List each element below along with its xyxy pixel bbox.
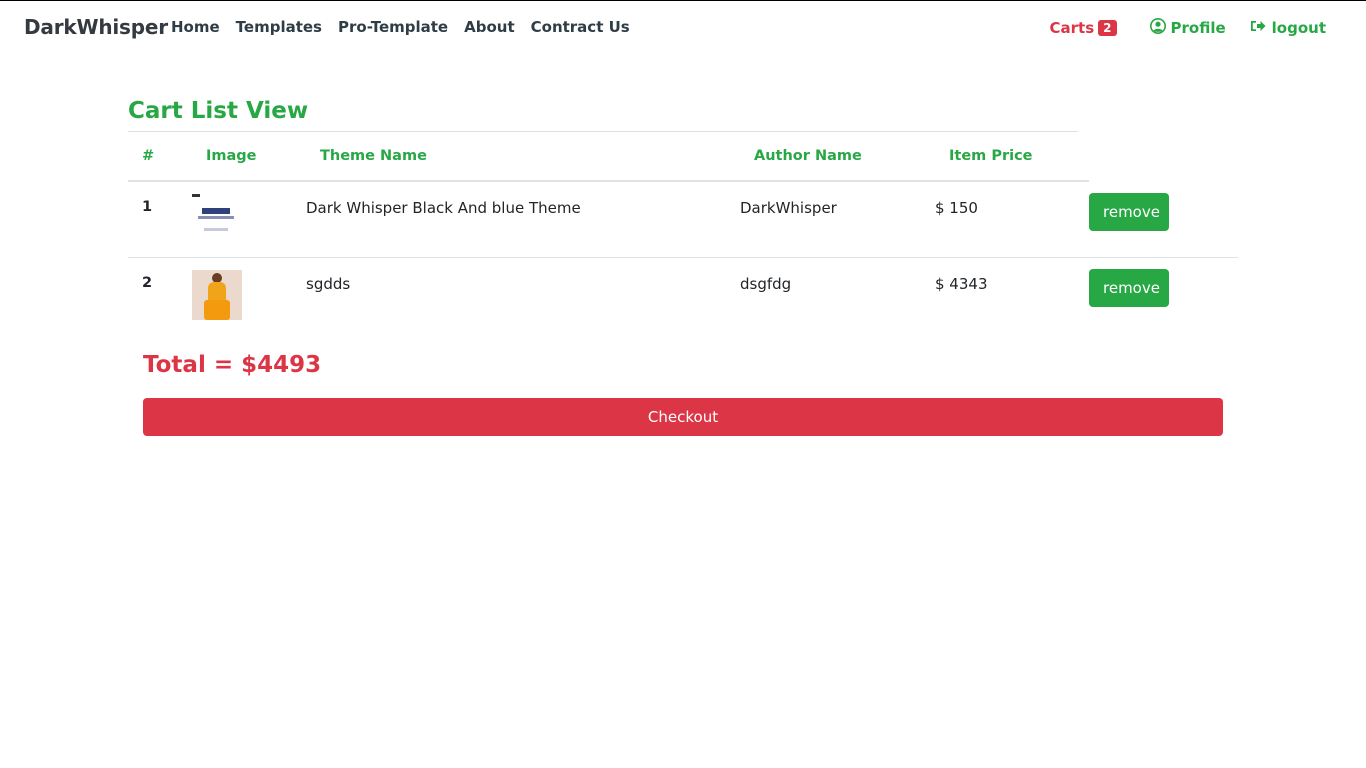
header-action <box>1089 132 1238 182</box>
header-item-price: Item Price <box>935 132 1089 182</box>
remove-button[interactable]: remove <box>1089 192 1169 231</box>
cart-total: Total = $4493 <box>143 352 322 378</box>
page-title: Cart List View <box>128 98 1078 132</box>
nav-home[interactable]: Home <box>171 18 220 36</box>
brand-logo[interactable]: DarkWhisper <box>24 15 168 39</box>
row-theme-name: Dark Whisper Black And blue Theme <box>306 181 740 258</box>
user-circle-icon <box>1149 18 1166 38</box>
cart-count-badge: 2 <box>1098 20 1117 36</box>
header-theme-name: Theme Name <box>306 132 740 182</box>
header-image: Image <box>192 132 306 182</box>
theme-thumbnail <box>192 194 242 244</box>
header-num: # <box>128 132 192 182</box>
profile-label: Profile <box>1170 19 1226 37</box>
cart-table: # Image Theme Name Author Name Item Pric… <box>128 132 1238 333</box>
theme-thumbnail <box>192 269 242 320</box>
row-theme-name: sgdds <box>306 274 351 293</box>
logout-link[interactable]: logout <box>1250 19 1326 37</box>
carts-link[interactable]: Carts 2 <box>1050 19 1117 37</box>
table-row: 1 Dark Whisper Black And blue Theme Dark… <box>128 181 1238 258</box>
logout-label: logout <box>1271 19 1326 37</box>
row-author-name: DarkWhisper <box>740 181 935 258</box>
nav-pro-template[interactable]: Pro-Template <box>338 18 448 36</box>
row-num: 2 <box>142 274 153 291</box>
row-action-cell: remove <box>1089 181 1238 258</box>
checkout-button[interactable]: Checkout <box>143 398 1223 436</box>
row-item-price: $ 4343 <box>935 274 988 293</box>
row-action-cell: remove <box>1089 257 1238 333</box>
table-header-row: # Image Theme Name Author Name Item Pric… <box>128 132 1238 182</box>
nav-about[interactable]: About <box>464 18 515 36</box>
row-image-cell <box>192 181 306 258</box>
nav-contact[interactable]: Contract Us <box>531 18 630 36</box>
header-author-name: Author Name <box>740 132 935 182</box>
table-row: 2 sgdds dsgfdg $ 4343 remove <box>128 257 1238 333</box>
row-num: 1 <box>128 181 192 258</box>
nav-templates[interactable]: Templates <box>236 18 322 36</box>
cart-container: Cart List View # Image Theme Name Author… <box>128 98 1238 333</box>
row-image-cell <box>192 257 306 333</box>
navbar: DarkWhisper Home Templates Pro-Template … <box>0 1 1366 56</box>
profile-link[interactable]: Profile <box>1149 18 1226 38</box>
user-nav: Carts 2 Profile logout <box>1050 18 1326 38</box>
carts-label: Carts <box>1049 19 1095 37</box>
row-item-price: $ 150 <box>935 181 1089 258</box>
remove-button[interactable]: remove <box>1089 268 1169 307</box>
main-nav: Home Templates Pro-Template About Contra… <box>171 18 630 36</box>
row-author-name: dsgfdg <box>740 274 792 293</box>
sign-out-icon <box>1250 19 1267 37</box>
